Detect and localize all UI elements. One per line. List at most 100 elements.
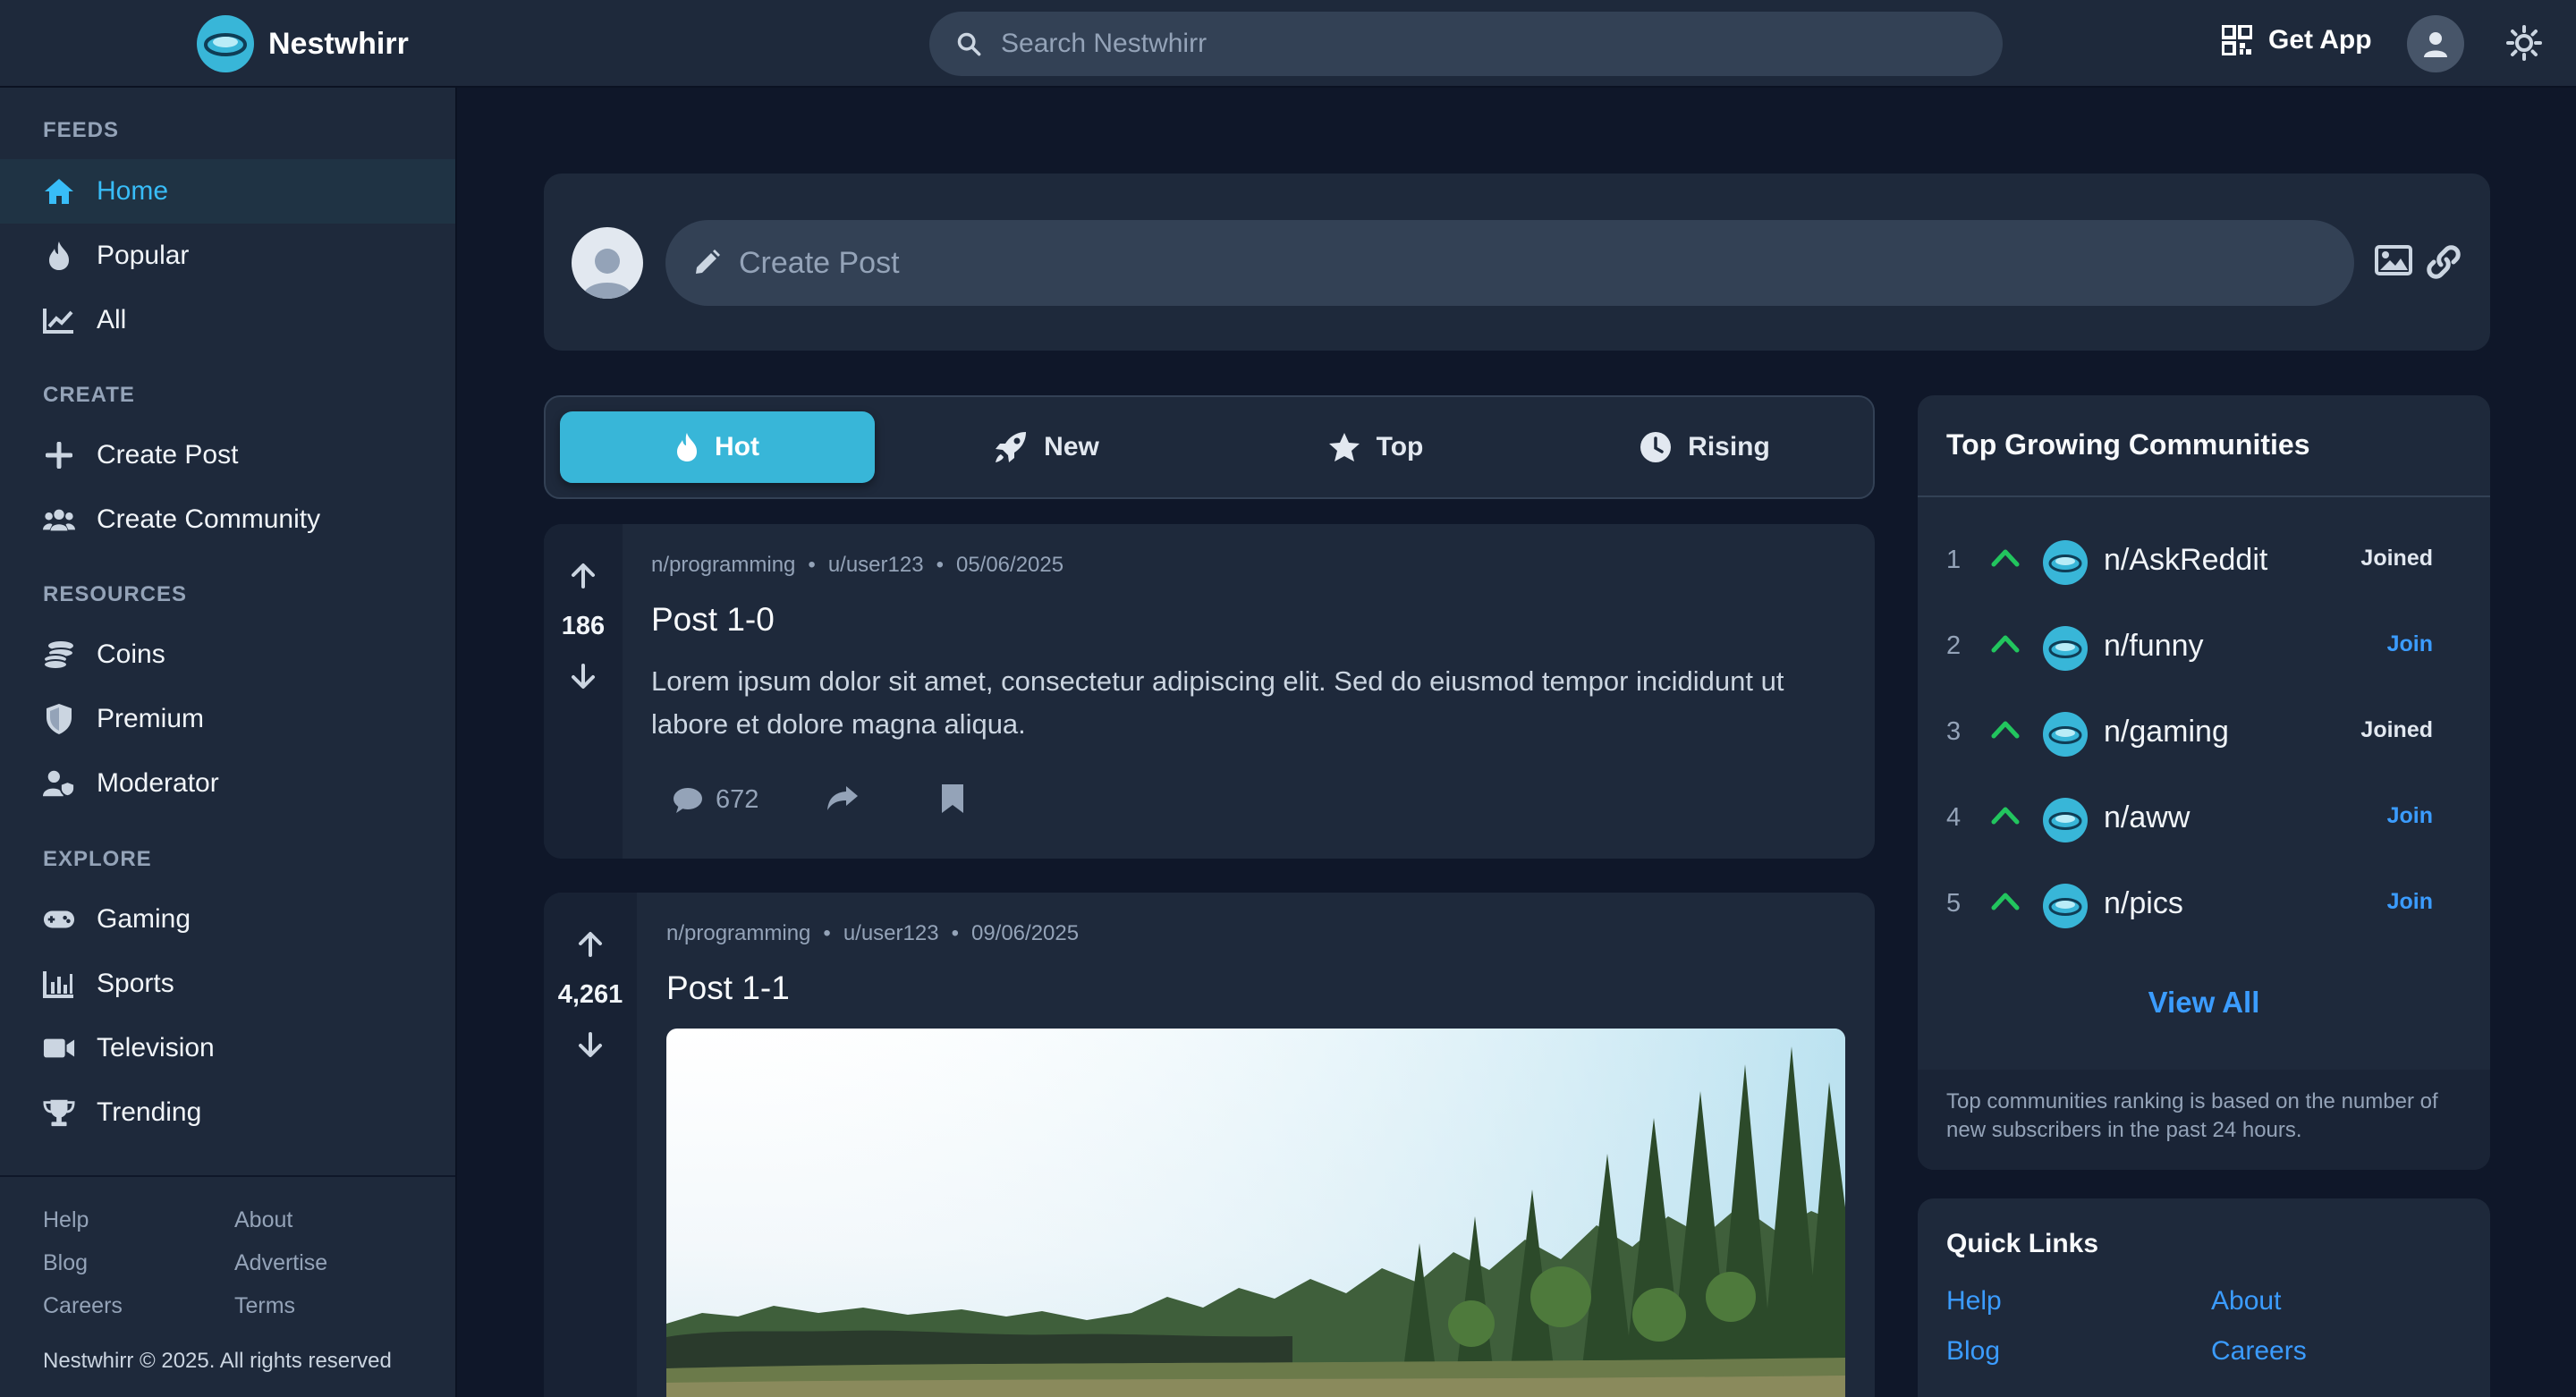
community-row[interactable]: 3 n/gaming Joined — [1918, 690, 2490, 776]
tab-new[interactable]: New — [889, 411, 1204, 483]
top-communities-title: Top Growing Communities — [1946, 428, 2310, 461]
gamepad-icon — [43, 903, 75, 936]
comments-button[interactable]: 672 — [673, 785, 758, 815]
quick-links-panel: Quick Links Help About Blog Careers — [1918, 1198, 2490, 1397]
search-icon — [957, 32, 981, 56]
post-title[interactable]: Post 1-0 — [651, 601, 775, 639]
sidebar-item-premium[interactable]: Premium — [0, 687, 455, 751]
sidebar-item-label: Home — [97, 176, 169, 206]
footer-link-advertise[interactable]: Advertise — [234, 1250, 327, 1276]
vote-count: 4,261 — [557, 980, 623, 1009]
top-communities-panel: Top Growing Communities 1 n/AskReddit Jo… — [1918, 395, 2490, 1170]
sidebar-item-trending[interactable]: Trending — [0, 1080, 455, 1145]
quick-link-careers[interactable]: Careers — [2211, 1336, 2307, 1367]
user-avatar[interactable] — [2407, 15, 2464, 72]
link-icon — [2427, 245, 2461, 279]
create-post-input[interactable] — [739, 245, 2331, 281]
nestwhirr-logo-icon — [197, 15, 254, 72]
community-row[interactable]: 4 n/aww Join — [1918, 776, 2490, 862]
upvote-button[interactable] — [569, 562, 597, 590]
sidebar-item-moderator[interactable]: Moderator — [0, 751, 455, 816]
sidebar-item-gaming[interactable]: Gaming — [0, 887, 455, 952]
post-image[interactable] — [666, 1029, 1845, 1397]
community-row[interactable]: 2 n/funny Join — [1918, 605, 2490, 690]
post-title[interactable]: Post 1-1 — [666, 969, 790, 1007]
top-bar: Nestwhirr Get App — [0, 0, 2576, 88]
plus-icon — [43, 439, 75, 471]
sidebar-item-home[interactable]: Home — [0, 159, 455, 224]
sidebar-item-create-post[interactable]: Create Post — [0, 423, 455, 487]
get-app-button[interactable]: Get App — [2222, 25, 2372, 55]
theme-toggle-button[interactable] — [2506, 25, 2542, 61]
create-post-field[interactable] — [665, 220, 2354, 306]
search-bar[interactable] — [929, 12, 2003, 76]
footer-link-blog[interactable]: Blog — [43, 1250, 88, 1276]
sidebar-item-label: Television — [97, 1033, 215, 1063]
joined-button[interactable]: Joined — [2360, 717, 2433, 743]
quick-link-blog[interactable]: Blog — [1946, 1336, 2000, 1367]
community-name[interactable]: n/aww — [2104, 800, 2190, 835]
community-logo-icon — [2043, 884, 2088, 928]
sidebar-item-coins[interactable]: Coins — [0, 622, 455, 687]
tab-label: Top — [1376, 432, 1424, 461]
footer-link-help[interactable]: Help — [43, 1207, 89, 1233]
sidebar-item-television[interactable]: Television — [0, 1016, 455, 1080]
search-input[interactable] — [1001, 29, 1967, 59]
post-author[interactable]: u/user123 — [828, 553, 924, 577]
tab-top[interactable]: Top — [1218, 411, 1533, 483]
sidebar-item-create-community[interactable]: Create Community — [0, 487, 455, 552]
star-icon — [1328, 433, 1360, 461]
avatar[interactable] — [572, 227, 643, 299]
trending-up-icon — [1991, 721, 2020, 739]
quick-link-about[interactable]: About — [2211, 1286, 2281, 1317]
view-all-button[interactable]: View All — [1918, 986, 2490, 1020]
community-name[interactable]: n/funny — [2104, 629, 2204, 664]
sidebar-heading-explore: EXPLORE — [43, 847, 152, 871]
tab-hot[interactable]: Hot — [560, 411, 875, 483]
add-image-button[interactable] — [2375, 245, 2412, 275]
community-row[interactable]: 1 n/AskReddit Joined — [1918, 519, 2490, 605]
footer-link-terms[interactable]: Terms — [234, 1293, 295, 1319]
sidebar-item-popular[interactable]: Popular — [0, 224, 455, 288]
join-button[interactable]: Join — [2387, 803, 2433, 829]
community-rank: 1 — [1946, 546, 1962, 574]
vote-column: 4,261 — [544, 893, 637, 1397]
users-icon — [43, 504, 75, 536]
post-card[interactable]: 186 n/programming • u/user123 • 05/06/2025 P… — [544, 524, 1875, 859]
vote-count: 186 — [561, 612, 606, 640]
joined-button[interactable]: Joined — [2360, 546, 2433, 572]
brand[interactable]: Nestwhirr — [197, 15, 409, 72]
downvote-button[interactable] — [569, 662, 597, 690]
footer-link-careers[interactable]: Careers — [43, 1293, 123, 1319]
share-button[interactable] — [826, 785, 859, 812]
downvote-button[interactable] — [576, 1030, 605, 1059]
sort-tabs: Hot New Top Rising — [544, 395, 1875, 499]
bookmark-icon — [942, 784, 963, 813]
arrow-down-icon — [572, 664, 595, 689]
join-button[interactable]: Join — [2387, 631, 2433, 657]
post-author[interactable]: u/user123 — [843, 921, 939, 945]
community-row[interactable]: 5 n/pics Join — [1918, 862, 2490, 948]
sidebar-item-sports[interactable]: Sports — [0, 952, 455, 1016]
sidebar-item-label: Create Post — [97, 440, 239, 470]
save-button[interactable] — [941, 783, 964, 814]
post-community[interactable]: n/programming — [666, 921, 810, 945]
community-name[interactable]: n/gaming — [2104, 715, 2229, 749]
trending-up-icon — [1991, 893, 2020, 910]
sidebar-item-all[interactable]: All — [0, 288, 455, 352]
add-link-button[interactable] — [2425, 243, 2462, 281]
comment-count: 672 — [716, 785, 759, 814]
community-name[interactable]: n/pics — [2104, 886, 2183, 921]
post-community[interactable]: n/programming — [651, 553, 795, 577]
footer-link-about[interactable]: About — [234, 1207, 292, 1233]
community-name[interactable]: n/AskReddit — [2104, 543, 2267, 578]
coins-icon — [43, 639, 75, 671]
quick-link-help[interactable]: Help — [1946, 1286, 2002, 1317]
image-icon — [2375, 245, 2412, 275]
sidebar-item-label: Sports — [97, 969, 174, 998]
upvote-button[interactable] — [576, 930, 605, 959]
sidebar-item-label: Trending — [97, 1097, 202, 1127]
join-button[interactable]: Join — [2387, 889, 2433, 915]
post-card[interactable]: 4,261 n/programming • u/user123 • 09/06/2025… — [544, 893, 1875, 1397]
tab-rising[interactable]: Rising — [1547, 411, 1862, 483]
